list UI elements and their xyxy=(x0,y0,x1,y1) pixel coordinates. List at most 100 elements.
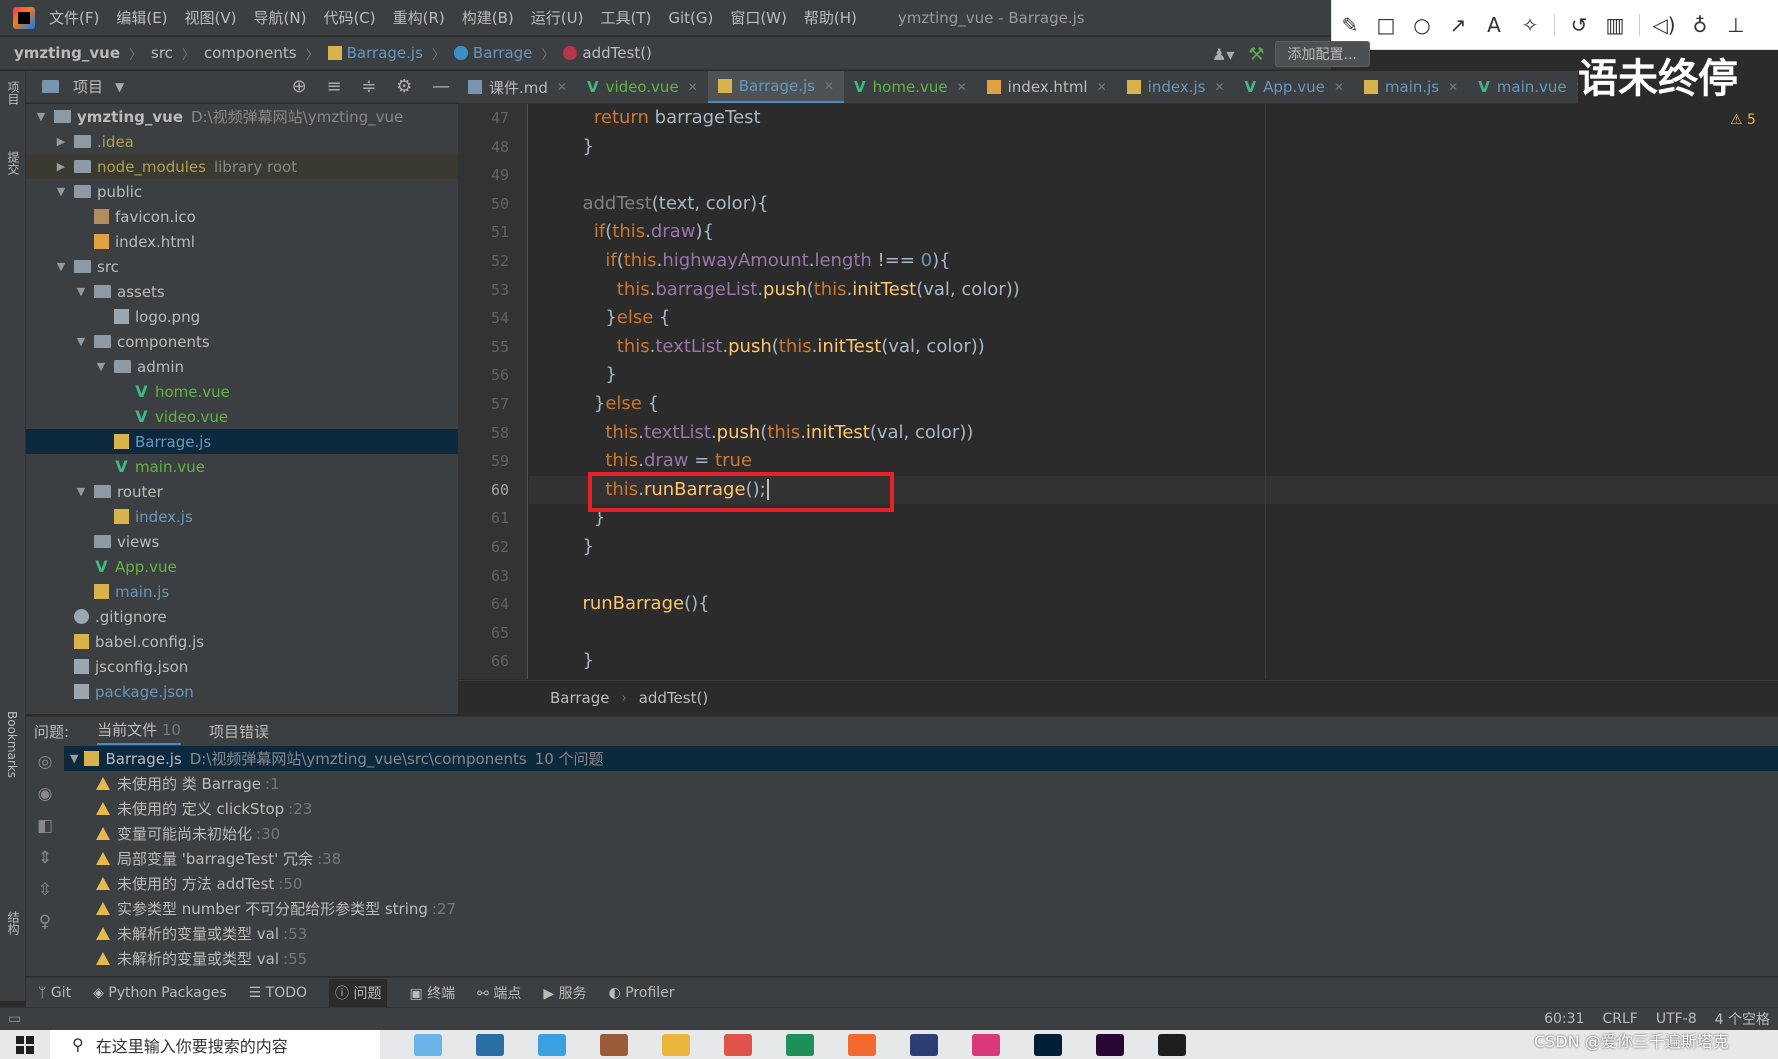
code-line[interactable]: runBarrage(){ xyxy=(529,590,1778,619)
eye-icon[interactable]: ◉ xyxy=(26,778,64,810)
pencil-icon[interactable]: ✎ xyxy=(1332,13,1368,37)
breadcrumb-class[interactable]: Barrage xyxy=(473,44,533,62)
problem-item[interactable]: 未使用的 定义 clickStop:23 xyxy=(64,796,1778,821)
code-line[interactable]: }else { xyxy=(529,390,1778,419)
code-line[interactable]: this.textList.push(this.initTest(val, co… xyxy=(529,333,1778,362)
tree-item[interactable]: babel.config.js xyxy=(26,629,458,654)
taskbar-app-icon[interactable] xyxy=(414,1033,442,1056)
tree-item[interactable]: logo.png xyxy=(26,304,458,329)
user-icon[interactable]: ♟▾ xyxy=(1212,45,1234,64)
tree-item[interactable]: index.js xyxy=(26,504,458,529)
tab-project-errors[interactable]: 项目错误 xyxy=(209,721,269,742)
menu-item[interactable]: 代码(C) xyxy=(323,7,375,28)
chevron-down-icon[interactable]: ▼ xyxy=(34,110,48,123)
tab-current-file[interactable]: 当前文件 10 xyxy=(97,719,181,745)
tree-item[interactable]: package.json xyxy=(26,679,458,704)
close-icon[interactable]: ✕ xyxy=(1214,80,1224,94)
problem-item[interactable]: 未使用的 类 Barrage:1 xyxy=(64,771,1778,796)
chevron-right-icon[interactable]: ▶ xyxy=(54,160,68,173)
menu-item[interactable]: 帮助(H) xyxy=(804,7,857,28)
chevron-down-icon[interactable]: ▼ xyxy=(54,185,68,198)
taskbar-app-icon[interactable] xyxy=(662,1033,690,1056)
taskbar-app-icon[interactable] xyxy=(1096,1033,1124,1056)
taskbar-app-icon[interactable] xyxy=(1034,1033,1062,1056)
tree-item[interactable]: V App.vue xyxy=(26,554,458,579)
problem-item[interactable]: 变量可能尚未初始化:30 xyxy=(64,821,1778,846)
editor-tab[interactable]: main.js ✕ xyxy=(1354,71,1468,103)
tree-item[interactable]: ▼ router xyxy=(26,479,458,504)
breadcrumb-project[interactable]: ymzting_vue xyxy=(14,44,120,62)
code-line[interactable]: if(this.draw){ xyxy=(529,218,1778,247)
bottom-tool-3[interactable]: ⓘ 问题 xyxy=(329,978,388,1007)
bottom-tool-2[interactable]: ☰ TODO xyxy=(249,985,307,1001)
bookmarks-tool-tab[interactable]: Bookmarks xyxy=(5,711,19,778)
code-breadcrumb-method[interactable]: addTest() xyxy=(639,689,708,707)
tree-item[interactable]: ▼ src xyxy=(26,254,458,279)
minimize-icon[interactable]: — xyxy=(432,76,450,97)
problem-item[interactable]: 局部变量 'barrageTest' 冗余:38 xyxy=(64,846,1778,871)
code-line[interactable] xyxy=(529,619,1778,648)
taskbar-app-icon[interactable] xyxy=(476,1033,504,1056)
tree-item[interactable]: index.html xyxy=(26,229,458,254)
bottom-tool-0[interactable]: ᛘ Git xyxy=(38,985,71,1001)
tree-item[interactable]: views xyxy=(26,529,458,554)
breadcrumb-src[interactable]: src xyxy=(151,44,173,62)
code-line[interactable]: this.barrageList.push(this.initTest(val,… xyxy=(529,276,1778,305)
refresh-icon[interactable]: ◎ xyxy=(26,746,64,778)
bottom-tool-5[interactable]: ⚯ 端点 xyxy=(477,983,521,1003)
code-line[interactable]: } xyxy=(529,647,1778,676)
expand-all-icon[interactable]: ≡ xyxy=(326,76,341,97)
chevron-down-icon[interactable]: ▼ xyxy=(74,485,88,498)
bottom-tool-7[interactable]: ◐ Profiler xyxy=(609,985,675,1001)
caret-position[interactable]: 60:31 xyxy=(1544,1011,1584,1027)
taskbar-app-icon[interactable] xyxy=(786,1033,814,1056)
code-editor[interactable]: return barrageTest } addTest(text, color… xyxy=(529,104,1778,679)
menu-item[interactable]: 构建(B) xyxy=(462,7,514,28)
tree-item[interactable]: ▶ node_modules library root xyxy=(26,154,458,179)
problems-file-row[interactable]: ▼ Barrage.js D:\视频弹幕网站\ymzting_vue\src\c… xyxy=(64,746,1778,771)
close-icon[interactable]: ✕ xyxy=(824,79,834,93)
menu-item[interactable]: 重构(R) xyxy=(393,7,445,28)
expand-icon[interactable]: ⇕ xyxy=(26,842,64,874)
structure-tool-tab[interactable]: 结构 xyxy=(5,911,22,935)
editor-tab[interactable]: Vvideo.vue ✕ xyxy=(577,71,708,103)
bottom-tool-6[interactable]: ▶ 服务 xyxy=(543,983,586,1003)
speaker-icon[interactable]: ◁) xyxy=(1646,13,1682,37)
circle-icon[interactable]: ○ xyxy=(1404,13,1440,37)
code-line[interactable]: return barrageTest xyxy=(529,104,1778,133)
taskbar-app-icon[interactable] xyxy=(724,1033,752,1056)
menu-item[interactable]: Git(G) xyxy=(668,9,713,27)
chevron-right-icon[interactable]: ▶ xyxy=(54,135,68,148)
taskbar-app-icon[interactable] xyxy=(600,1033,628,1056)
editor-tab[interactable]: Vmain.vue ✕ xyxy=(1468,71,1578,103)
tree-item[interactable]: ▶ .idea xyxy=(26,129,458,154)
menu-item[interactable]: 视图(V) xyxy=(185,7,237,28)
code-line[interactable] xyxy=(529,161,1778,190)
editor-tab[interactable]: Barrage.js ✕ xyxy=(707,71,845,103)
chevron-down-icon[interactable]: ▼ xyxy=(94,360,108,373)
commit-tool-tab[interactable]: 提交 xyxy=(5,151,22,175)
taskbar-search[interactable]: ⚲ 在这里输入你要搜索的内容 xyxy=(50,1030,380,1059)
tree-item[interactable]: ▼ ymzting_vue D:\视频弹幕网站\ymzting_vue xyxy=(26,104,458,129)
problem-item[interactable]: 未解析的变量或类型 val:53 xyxy=(64,921,1778,946)
problem-item[interactable]: 未使用的 方法 addTest:50 xyxy=(64,871,1778,896)
tree-item[interactable]: ▼ admin xyxy=(26,354,458,379)
menu-item[interactable]: 窗口(W) xyxy=(730,7,787,28)
close-icon[interactable]: ✕ xyxy=(1576,80,1578,94)
breadcrumb-file[interactable]: Barrage.js xyxy=(347,44,423,62)
locate-icon[interactable]: ⊕ xyxy=(292,76,307,97)
problem-item[interactable]: 实参类型 number 不可分配给形参类型 string:27 xyxy=(64,896,1778,921)
tree-item[interactable]: Vmain.vue xyxy=(26,454,458,479)
breadcrumb-components[interactable]: components xyxy=(204,44,297,62)
start-button[interactable] xyxy=(0,1030,50,1059)
breadcrumb-method[interactable]: addTest() xyxy=(582,44,651,62)
arrow-icon[interactable]: ↗ xyxy=(1440,13,1476,37)
close-icon[interactable]: ✕ xyxy=(557,80,567,94)
menu-item[interactable]: 编辑(E) xyxy=(116,7,167,28)
bottom-tool-1[interactable]: ◈ Python Packages xyxy=(93,985,227,1001)
tree-item[interactable]: Vvideo.vue xyxy=(26,404,458,429)
trash-icon[interactable]: ▥ xyxy=(1597,13,1633,37)
close-icon[interactable]: ✕ xyxy=(1334,80,1344,94)
close-icon[interactable]: ✕ xyxy=(1097,80,1107,94)
chevron-down-icon[interactable]: ▼ xyxy=(74,285,88,298)
